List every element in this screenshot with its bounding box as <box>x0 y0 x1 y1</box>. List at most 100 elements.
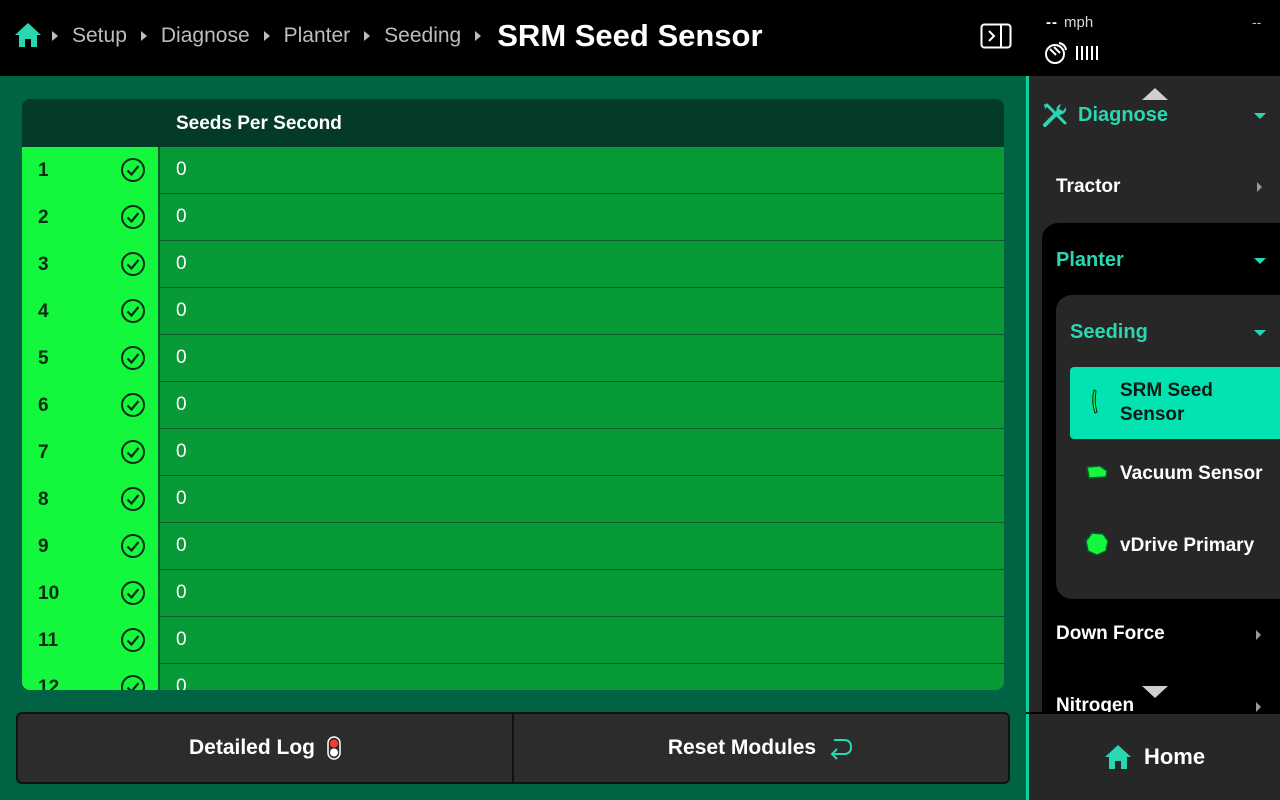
nav-tractor[interactable]: Tractor <box>1056 176 1120 198</box>
row-status-cell: 6 <box>22 382 160 429</box>
table-row: 10 0 <box>22 570 1004 617</box>
check-circle-icon <box>121 252 145 276</box>
scroll-down-icon[interactable] <box>1142 686 1168 698</box>
table-row: 20 <box>22 194 1004 241</box>
check-circle-icon <box>121 534 145 558</box>
action-bar: Detailed Log Reset Modules <box>16 712 1010 784</box>
row-number: 8 <box>38 489 49 510</box>
seeds-per-second-value: 0 <box>176 582 187 603</box>
speed-readout: -- mph <box>1046 14 1093 31</box>
table-row: 50 <box>22 335 1004 382</box>
check-circle-icon <box>121 393 145 417</box>
nav-vdrive-primary[interactable]: vDrive Primary <box>1070 523 1280 567</box>
home-icon <box>1104 745 1131 769</box>
home-button-label: Home <box>1143 744 1206 769</box>
signal-strength-icon <box>1076 46 1098 60</box>
nav-planter[interactable]: Planter <box>1056 249 1124 272</box>
row-status-cell: 12 <box>22 664 160 690</box>
home-button[interactable]: Home <box>1026 714 1280 800</box>
check-circle-icon <box>121 346 145 370</box>
page-title: SRM Seed Sensor <box>497 18 763 53</box>
table-header: Seeds Per Second <box>22 99 1004 147</box>
row-status-cell: 11 <box>22 617 160 664</box>
main-area: Seeds Per Second 1 0 2 0 3 0 4 0 5 0 6 0 7 0 8 0 9 0 10 0 11… <box>0 76 1026 800</box>
seeds-per-second-value: 0 <box>176 394 187 415</box>
row-status-cell: 7 <box>22 429 160 476</box>
row-number: 2 <box>38 207 49 228</box>
vacuum-sensor-icon <box>1086 465 1108 479</box>
caret-down-icon <box>1254 330 1266 336</box>
status-readout: -- <box>1252 14 1262 30</box>
seeds-per-second-value: 0 <box>176 488 187 509</box>
row-status-cell: 5 <box>22 335 160 382</box>
row-status-cell: 4 <box>22 288 160 335</box>
row-number: 7 <box>38 442 49 463</box>
table-row: 30 <box>22 241 1004 288</box>
chevron-right-icon <box>1256 630 1261 640</box>
top-bar: Setup Diagnose Planter Seeding SRM Seed … <box>0 0 1280 76</box>
gps-satellite-icon <box>1045 42 1067 64</box>
check-circle-icon <box>121 299 145 323</box>
breadcrumb-seeding[interactable]: Seeding <box>384 24 461 48</box>
seeds-per-second-value: 0 <box>176 629 187 650</box>
chevron-right-icon <box>140 31 147 41</box>
row-number: 1 <box>38 160 49 181</box>
chevron-right-icon <box>1256 702 1261 712</box>
nav-srm-seed-sensor[interactable]: SRM Seed Sensor <box>1070 367 1280 439</box>
row-number: 11 <box>38 630 59 651</box>
speed-value: -- <box>1046 14 1058 31</box>
row-status-cell: 9 <box>22 523 160 570</box>
nav-seeding-group: Seeding SRM Seed Sensor Vacuum Sensor vD… <box>1056 295 1280 599</box>
breadcrumb-setup[interactable]: Setup <box>72 24 127 48</box>
nav-nitrogen[interactable]: Nitrogen <box>1056 695 1134 712</box>
check-circle-icon <box>121 628 145 652</box>
scroll-up-icon[interactable] <box>1142 88 1168 100</box>
breadcrumb-planter[interactable]: Planter <box>284 24 351 48</box>
nav-diagnose[interactable]: Diagnose <box>1078 104 1168 127</box>
caret-down-icon <box>1254 258 1266 264</box>
chevron-right-icon <box>475 31 482 41</box>
seeds-per-second-value: 0 <box>176 159 187 180</box>
breadcrumb-diagnose[interactable]: Diagnose <box>161 24 250 48</box>
nav-vdrive-primary-label: vDrive Primary <box>1120 535 1255 556</box>
detailed-log-button[interactable]: Detailed Log <box>18 714 512 782</box>
table-row: 40 <box>22 288 1004 335</box>
seeds-per-second-value: 0 <box>176 300 187 321</box>
table-row: 70 <box>22 429 1004 476</box>
row-status-cell: 3 <box>22 241 160 288</box>
column-header-seeds-per-second: Seeds Per Second <box>176 113 342 134</box>
nav-seeding[interactable]: Seeding <box>1070 321 1148 344</box>
seeds-per-second-value: 0 <box>176 441 187 462</box>
row-number: 9 <box>38 536 49 557</box>
seeds-per-second-value: 0 <box>176 535 187 556</box>
caret-down-icon <box>1254 113 1266 119</box>
side-navigation: Diagnose Tractor Planter Seeding SRM See… <box>1026 76 1280 712</box>
table-row: 12 0 <box>22 664 1004 690</box>
row-number: 12 <box>38 677 60 690</box>
panel-toggle-icon[interactable] <box>980 23 1012 49</box>
row-number: 6 <box>38 395 49 416</box>
nav-srm-seed-sensor-label: SRM Seed Sensor <box>1120 380 1213 425</box>
table-row: 80 <box>22 476 1004 523</box>
chevron-right-icon <box>52 31 58 41</box>
reset-modules-button[interactable]: Reset Modules <box>512 714 1008 782</box>
row-status-cell: 10 <box>22 570 160 617</box>
table-row: 60 <box>22 382 1004 429</box>
table-row: 10 <box>22 147 1004 194</box>
table-body: 1 0 2 0 3 0 4 0 5 0 6 0 7 0 8 0 9 0 10 0 11 0 12 0 <box>22 147 1004 690</box>
table-row: 90 <box>22 523 1004 570</box>
home-icon[interactable] <box>14 22 42 48</box>
nav-vacuum-sensor[interactable]: Vacuum Sensor <box>1070 451 1280 495</box>
seeds-per-second-value: 0 <box>176 253 187 274</box>
seeds-per-second-value: 0 <box>176 206 187 227</box>
row-number: 5 <box>38 348 49 369</box>
seed-sensor-icon <box>1092 389 1098 414</box>
return-arrow-icon <box>830 739 853 760</box>
seeds-per-second-value: 0 <box>176 347 187 368</box>
check-circle-icon <box>121 440 145 464</box>
traffic-light-icon <box>327 736 341 760</box>
reset-modules-label: Reset Modules <box>667 736 817 759</box>
nav-down-force[interactable]: Down Force <box>1056 623 1165 645</box>
chevron-right-icon <box>263 31 270 41</box>
breadcrumb: Setup Diagnose Planter Seeding SRM Seed … <box>50 18 763 54</box>
